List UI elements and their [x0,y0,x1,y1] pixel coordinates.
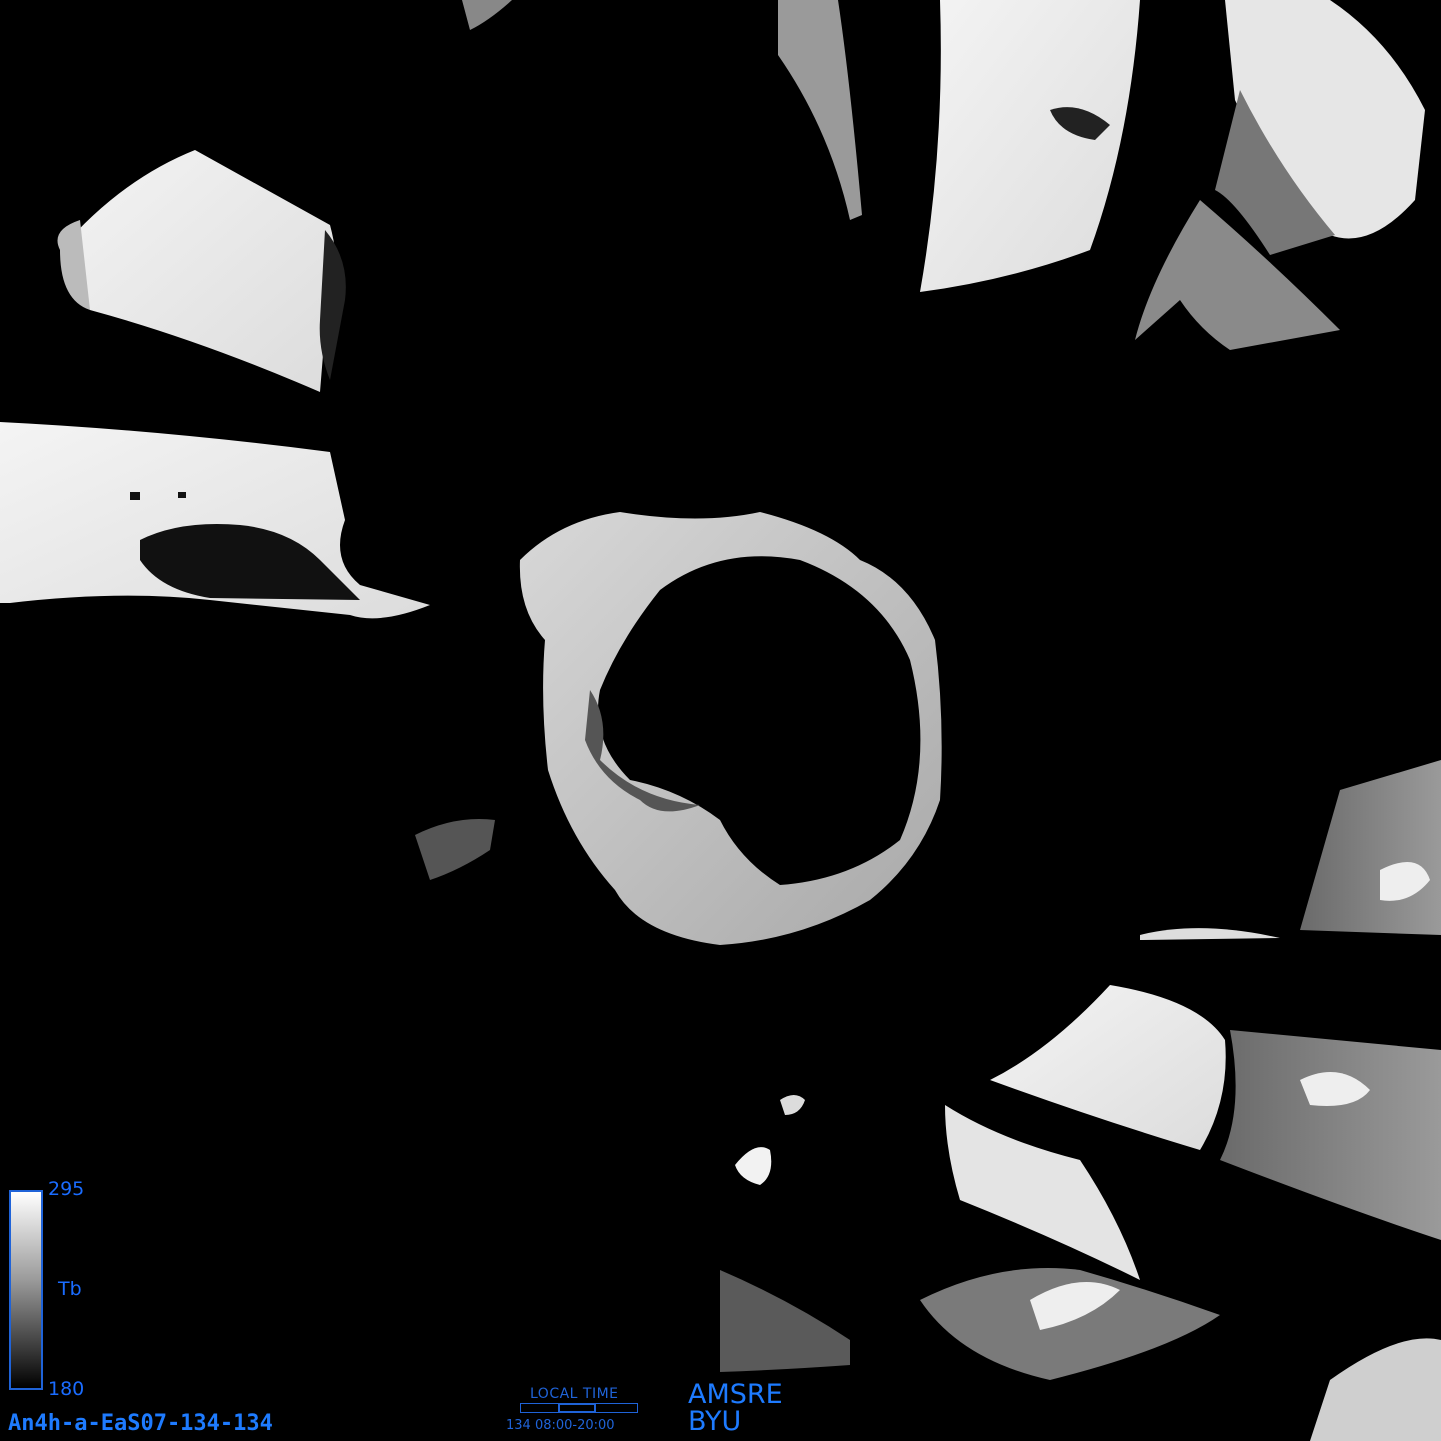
sensor-label: AMSRE [688,1379,783,1410]
local-time-scale [520,1403,638,1413]
filename-label: An4h-a-EaS07-134-134 [8,1411,273,1436]
brightness-temperature-map [0,0,1441,1441]
legend-max-value: 295 [48,1178,85,1200]
local-time-value: 134 08:00-20:00 [506,1418,615,1433]
organization-label: BYU [688,1406,742,1437]
local-time-title: LOCAL TIME [530,1386,619,1402]
legend-label: Tb [58,1278,82,1300]
color-scale-bar [9,1190,43,1390]
local-time-window [558,1403,596,1413]
legend-min-value: 180 [48,1378,85,1400]
